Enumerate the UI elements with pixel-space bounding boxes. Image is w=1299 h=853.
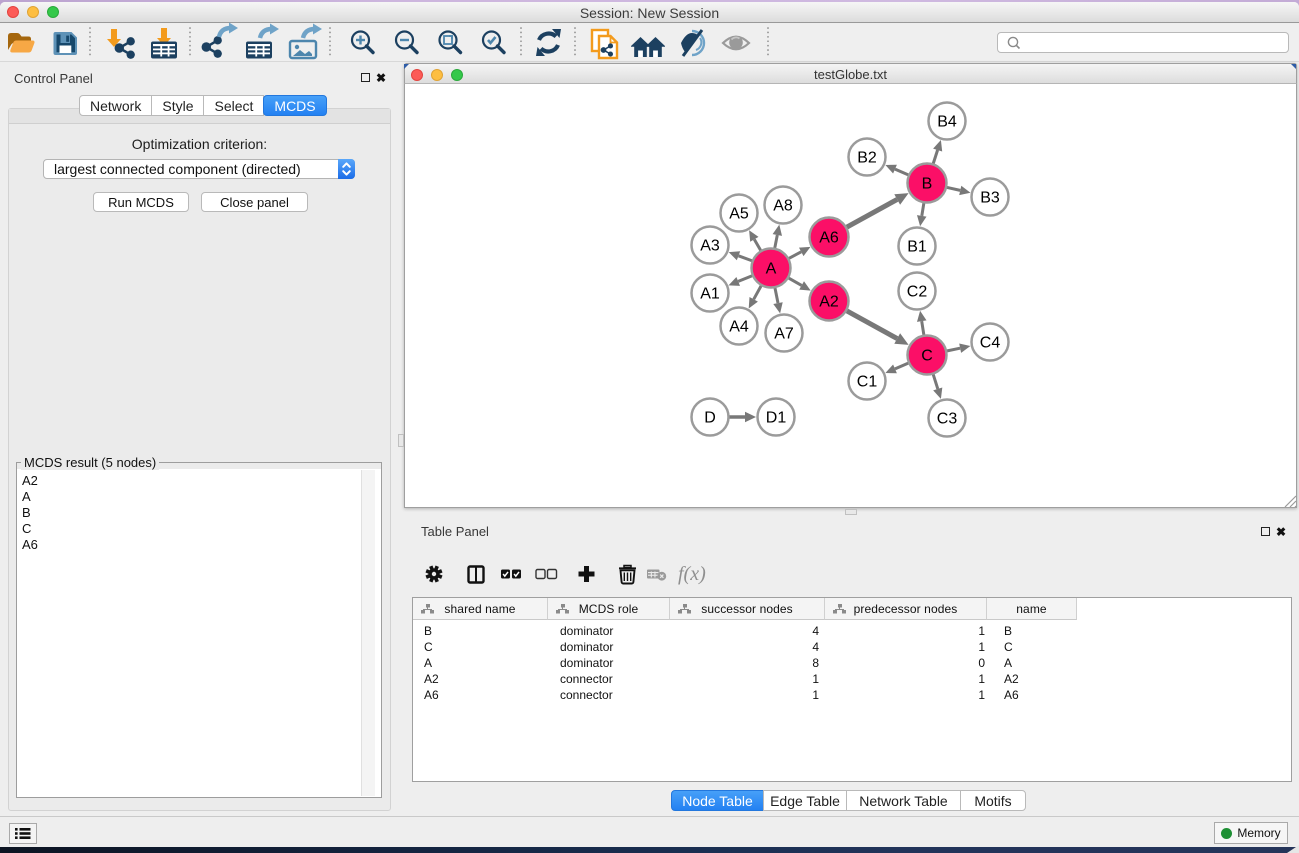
svg-text:C1: C1 xyxy=(857,374,878,391)
svg-text:A2: A2 xyxy=(819,294,839,311)
svg-text:B3: B3 xyxy=(980,190,1000,207)
svg-text:C2: C2 xyxy=(907,284,928,301)
svg-text:A4: A4 xyxy=(729,319,749,336)
svg-text:C: C xyxy=(921,348,933,365)
svg-text:A7: A7 xyxy=(774,326,794,343)
svg-text:A3: A3 xyxy=(700,238,720,255)
svg-text:A5: A5 xyxy=(729,206,749,223)
svg-text:D: D xyxy=(704,410,716,427)
svg-text:A: A xyxy=(766,261,777,278)
svg-text:D1: D1 xyxy=(766,410,787,427)
svg-text:B: B xyxy=(922,176,933,193)
svg-text:B2: B2 xyxy=(857,150,877,167)
svg-text:A6: A6 xyxy=(819,230,839,247)
svg-text:C3: C3 xyxy=(937,411,958,428)
svg-text:B1: B1 xyxy=(907,239,927,256)
svg-text:C4: C4 xyxy=(980,335,1001,352)
svg-text:B4: B4 xyxy=(937,114,957,131)
svg-text:A1: A1 xyxy=(700,286,720,303)
svg-text:f(x): f(x) xyxy=(678,563,706,585)
svg-text:A8: A8 xyxy=(773,198,793,215)
